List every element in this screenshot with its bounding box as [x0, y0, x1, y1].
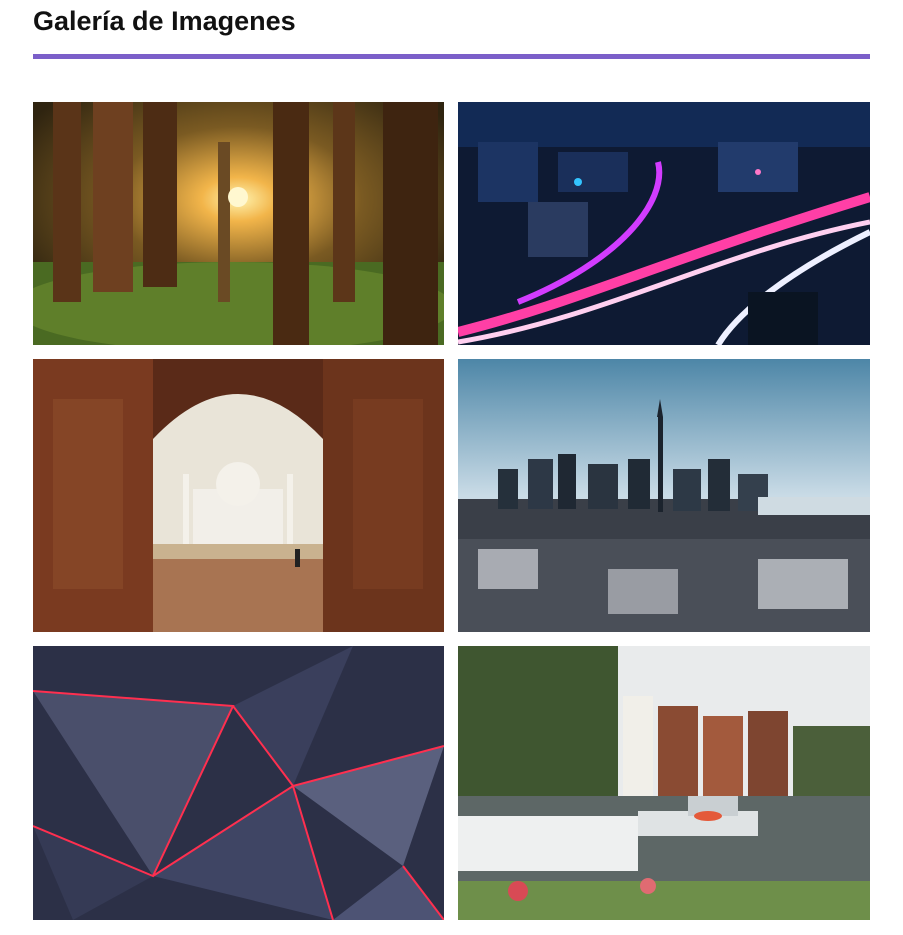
gallery-image-neon-city[interactable] — [458, 102, 870, 345]
gallery-image-amsterdam[interactable] — [458, 646, 870, 920]
page-title: Galería de Imagenes — [33, 6, 296, 36]
gallery-image-forest[interactable] — [33, 102, 444, 345]
neon-city-image — [458, 102, 870, 345]
title-divider — [33, 54, 870, 59]
geometric-image — [33, 646, 444, 920]
gallery-image-geometric[interactable] — [33, 646, 444, 920]
amsterdam-canal-image — [458, 646, 870, 920]
forest-image — [33, 102, 444, 345]
taj-mahal-image — [33, 359, 444, 632]
gallery-image-taj-mahal[interactable] — [33, 359, 444, 632]
toronto-skyline-image — [458, 359, 870, 632]
gallery-image-toronto[interactable] — [458, 359, 870, 632]
